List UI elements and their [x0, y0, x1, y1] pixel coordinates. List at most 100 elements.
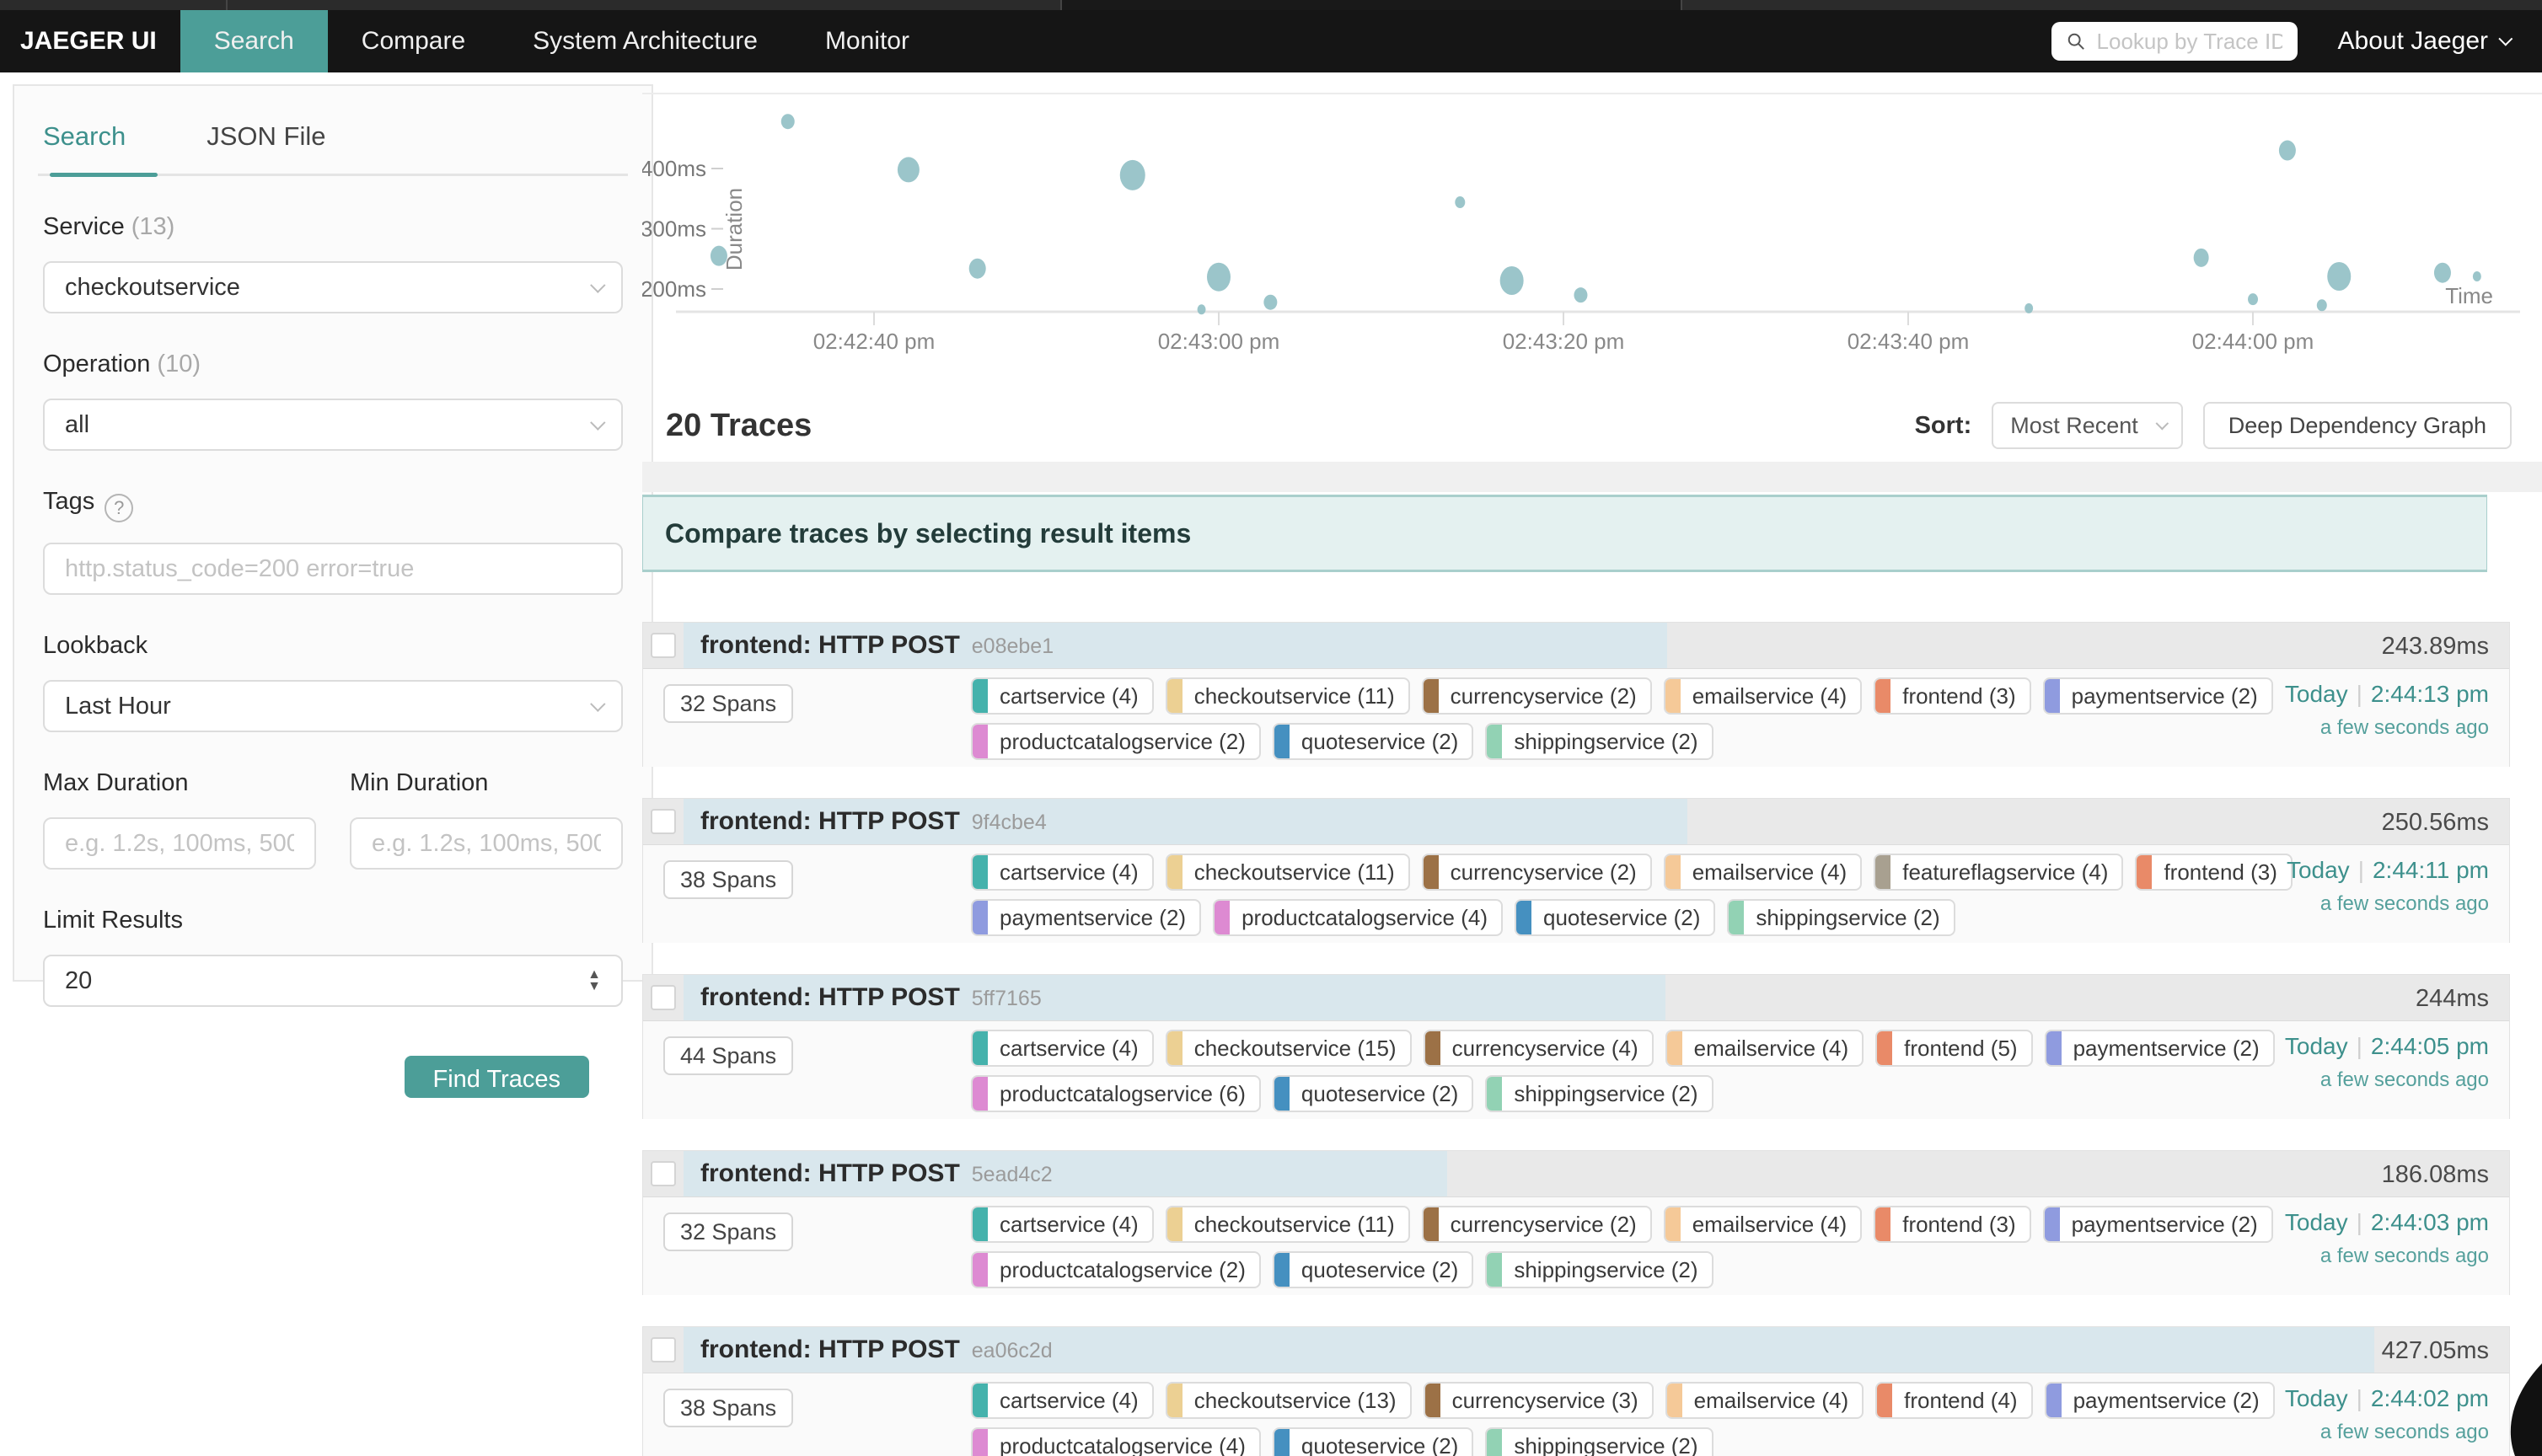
tab-search[interactable]: Search [43, 121, 126, 174]
service-tag-label: shippingservice (2) [1502, 1433, 1711, 1456]
chrome-segment [1060, 0, 1682, 10]
trace-card[interactable]: frontend: HTTP POSTea06c2d 427.05ms 38 S… [642, 1326, 2510, 1456]
trace-card[interactable]: frontend: HTTP POST5ead4c2 186.08ms 32 S… [642, 1150, 2510, 1295]
service-color-strip [973, 725, 988, 758]
trace-id: 5ff7165 [972, 987, 1042, 1010]
service-tag: cartservice (4) [971, 1206, 1154, 1243]
limit-results-value: 20 [65, 967, 92, 995]
trace-dot[interactable] [2434, 263, 2451, 283]
service-color-strip [1665, 855, 1681, 889]
service-tag: productcatalogservice (2) [971, 1251, 1261, 1288]
trace-title[interactable]: frontend: HTTP POST5ff7165 [700, 983, 1042, 1012]
trace-dot[interactable] [2317, 299, 2327, 311]
nav-item-compare[interactable]: Compare [328, 10, 499, 72]
find-traces-button[interactable]: Find Traces [405, 1056, 590, 1098]
trace-day[interactable]: Today [2287, 857, 2350, 883]
trace-dot[interactable] [781, 114, 795, 129]
trace-dot[interactable] [1120, 160, 1145, 190]
sort-select[interactable]: Most Recent [1992, 402, 2183, 449]
trace-day[interactable]: Today [2285, 1033, 2348, 1059]
operation-select[interactable]: all [43, 399, 623, 451]
deep-dependency-graph-button[interactable]: Deep Dependency Graph [2203, 402, 2512, 449]
trace-dot[interactable] [1574, 287, 1587, 302]
service-tag: quoteservice (2) [1273, 1075, 1473, 1112]
tab-json-file[interactable]: JSON File [206, 121, 325, 174]
brand-logo[interactable]: JAEGER UI [0, 10, 180, 72]
service-select[interactable]: checkoutservice [43, 261, 623, 313]
nav-item-system-architecture[interactable]: System Architecture [499, 10, 791, 72]
trace-lookup-input[interactable] [2097, 29, 2282, 55]
trace-dot[interactable] [2248, 293, 2258, 305]
trace-card-header: frontend: HTTP POSTe08ebe1 243.89ms [643, 623, 2509, 668]
trace-dot[interactable] [2194, 249, 2209, 267]
trace-dot[interactable] [1455, 196, 1465, 208]
trace-checkbox[interactable] [651, 633, 676, 658]
trace-duration: 250.56ms [2382, 809, 2489, 837]
trace-dot[interactable] [898, 157, 920, 182]
service-tag-label: shippingservice (2) [1502, 1257, 1711, 1283]
trace-dot[interactable] [711, 246, 727, 266]
trace-card[interactable]: frontend: HTTP POST5ff7165 244ms 44 Span… [642, 974, 2510, 1119]
trace-id: e08ebe1 [972, 634, 1054, 658]
chevron-down-icon [2498, 32, 2513, 46]
service-tag-label: cartservice (4) [988, 1388, 1152, 1414]
trace-relative-time: a few seconds ago [2285, 716, 2489, 740]
service-tag: cartservice (4) [971, 1030, 1154, 1067]
trace-time[interactable]: 2:44:03 pm [2371, 1209, 2489, 1235]
trace-time[interactable]: 2:44:02 pm [2371, 1385, 2489, 1411]
trace-day[interactable]: Today [2285, 1385, 2348, 1411]
trace-title[interactable]: frontend: HTTP POST9f4cbe4 [700, 807, 1047, 836]
trace-duration: 244ms [2416, 985, 2489, 1013]
trace-time[interactable]: 2:44:13 pm [2371, 681, 2489, 707]
service-color-strip [973, 1077, 988, 1111]
number-stepper[interactable]: ▲▼ [587, 969, 601, 993]
trace-checkbox[interactable] [651, 1161, 676, 1186]
limit-results-input[interactable]: 20 ▲▼ [43, 955, 623, 1007]
service-tag: checkoutservice (11) [1166, 854, 1410, 891]
trace-dot[interactable] [2327, 262, 2351, 291]
lookback-label: Lookback [43, 632, 623, 660]
max-duration-input[interactable] [65, 830, 294, 858]
trace-dot[interactable] [1263, 295, 1277, 310]
service-tag-label: paymentservice (2) [2060, 683, 2271, 709]
trace-time[interactable]: 2:44:11 pm [2373, 857, 2489, 883]
trace-dot[interactable] [1500, 266, 1524, 295]
trace-card[interactable]: frontend: HTTP POST9f4cbe4 250.56ms 38 S… [642, 798, 2510, 943]
trace-time[interactable]: 2:44:05 pm [2371, 1033, 2489, 1059]
trace-checkbox[interactable] [651, 809, 676, 834]
trace-dot[interactable] [2024, 303, 2033, 313]
tags-input[interactable] [65, 555, 601, 583]
svg-text:Time: Time [2445, 283, 2493, 308]
nav-item-monitor[interactable]: Monitor [791, 10, 943, 72]
trace-day[interactable]: Today [2285, 681, 2348, 707]
trace-dot[interactable] [2473, 271, 2481, 281]
service-color-strip [973, 1253, 988, 1287]
trace-card[interactable]: frontend: HTTP POSTe08ebe1 243.89ms 32 S… [642, 622, 2510, 767]
trace-dot[interactable] [969, 259, 986, 279]
trace-lookup-box [2051, 22, 2298, 61]
trace-dot[interactable] [1207, 263, 1231, 292]
trace-dot[interactable] [2279, 141, 2296, 161]
nav-item-search[interactable]: Search [180, 10, 328, 72]
help-icon[interactable]: ? [105, 494, 133, 522]
min-duration-input[interactable] [372, 830, 601, 858]
service-color-strip [973, 901, 988, 934]
trace-title[interactable]: frontend: HTTP POST5ead4c2 [700, 1159, 1053, 1188]
service-color-strip [1665, 1207, 1681, 1241]
trace-checkbox[interactable] [651, 985, 676, 1010]
trace-dot[interactable] [1198, 304, 1206, 314]
service-tag: frontend (3) [2135, 854, 2292, 891]
service-tag: frontend (3) [1874, 677, 2030, 715]
chevron-down-icon [2155, 416, 2169, 430]
about-jaeger-menu[interactable]: About Jaeger [2338, 27, 2508, 56]
lookback-select[interactable]: Last Hour [43, 680, 623, 732]
trace-title[interactable]: frontend: HTTP POSTe08ebe1 [700, 631, 1054, 660]
service-tag-label: productcatalogservice (6) [988, 1081, 1259, 1107]
trace-day[interactable]: Today [2285, 1209, 2348, 1235]
service-color-strip [1167, 855, 1183, 889]
trace-title[interactable]: frontend: HTTP POSTea06c2d [700, 1336, 1053, 1364]
trace-checkbox[interactable] [651, 1337, 676, 1362]
service-color-strip [1516, 901, 1531, 934]
service-tags: cartservice (4)checkoutservice (13)curre… [971, 1382, 2275, 1456]
scatter-plot-canvas[interactable]: 02:42:40 pm02:43:00 pm02:43:20 pm02:43:4… [642, 94, 2542, 377]
